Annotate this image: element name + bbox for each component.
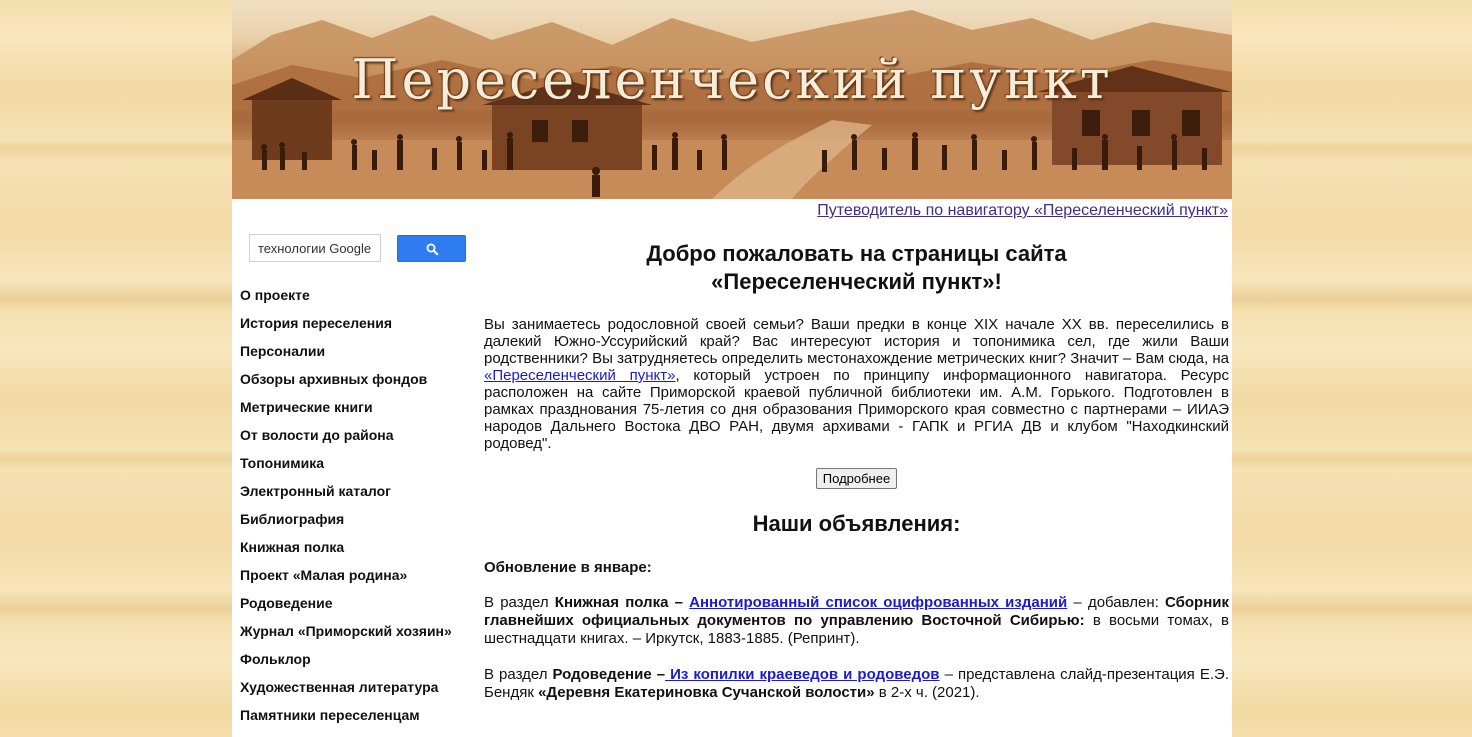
nav-item-metric-books[interactable]: Метрические книги (240, 398, 470, 426)
nav-item-small-homeland[interactable]: Проект «Малая родина» (240, 566, 470, 594)
announcements-heading: Наши объявления: (752, 511, 961, 536)
page-container: Переселенческий пункт Путеводитель по на… (232, 0, 1232, 737)
banner-title: Переселенческий пункт (351, 48, 1113, 111)
header-banner: Переселенческий пункт (232, 0, 1232, 199)
nav-item-bibliography[interactable]: Библиография (240, 510, 470, 538)
nav-item-catalog[interactable]: Электронный каталог (240, 482, 470, 510)
news-text: В раздел (484, 594, 555, 611)
search-input[interactable]: технологии Google (249, 234, 381, 262)
nav-item-monuments[interactable]: Памятники переселенцам (240, 706, 470, 734)
intro-site-link[interactable]: «Переселенческий пункт» (484, 367, 675, 384)
more-button-wrap: Подробнее (484, 468, 1229, 489)
intro-text-before: Вы занимаетесь родословной своей семьи? … (484, 316, 1229, 367)
news-text: В раздел (484, 666, 553, 683)
welcome-line-1: Добро пожаловать на страницы сайта (646, 241, 1067, 266)
nav-item-folklore[interactable]: Фольклор (240, 650, 470, 678)
news-text: в 2-х ч. (2021). (874, 684, 980, 701)
guide-link[interactable]: Путеводитель по навигатору «Переселенчес… (817, 202, 1228, 220)
nav-item-volost[interactable]: От волости до района (240, 426, 470, 454)
main-content: Добро пожаловать на страницы сайта «Пере… (484, 240, 1229, 720)
intro-paragraph: Вы занимаетесь родословной своей семьи? … (484, 316, 1229, 452)
nav-item-toponymy[interactable]: Топонимика (240, 454, 470, 482)
news-link-local-historians[interactable]: Из копилки краеведов и родоведов (665, 666, 939, 683)
news-item: В раздел Книжная полка – Аннотированный … (484, 594, 1229, 648)
search-button[interactable] (397, 235, 466, 262)
nav-item-archive-reviews[interactable]: Обзоры архивных фондов (240, 370, 470, 398)
nav-item-genealogy[interactable]: Родоведение (240, 594, 470, 622)
sidebar-nav: О проекте История переселения Персоналии… (240, 286, 470, 734)
news-text: – добавлен: (1067, 594, 1165, 611)
news-item: В раздел Родоведение – Из копилки краеве… (484, 666, 1229, 702)
update-heading: Обновление в январе: (484, 559, 652, 576)
nav-item-journal[interactable]: Журнал «Приморский хозяин» (240, 622, 470, 650)
news-link-annotated-list[interactable]: Аннотированный список оцифрованных издан… (689, 594, 1067, 611)
welcome-line-2: «Переселенческий пункт»! (711, 269, 1002, 294)
nav-item-about[interactable]: О проекте (240, 286, 470, 314)
news-presentation-title: «Деревня Екатериновка Сучанской волости» (538, 684, 875, 701)
news-section-name: Книжная полка – (554, 594, 690, 611)
search-icon (426, 243, 439, 256)
welcome-heading: Добро пожаловать на страницы сайта «Пере… (484, 240, 1229, 296)
news-section-name: Родоведение – (552, 666, 666, 683)
nav-item-fiction[interactable]: Художественная литература (240, 678, 470, 706)
nav-item-history[interactable]: История переселения (240, 314, 470, 342)
more-button[interactable]: Подробнее (815, 468, 898, 489)
nav-item-bookshelf[interactable]: Книжная полка (240, 538, 470, 566)
nav-item-persons[interactable]: Персоналии (240, 342, 470, 370)
